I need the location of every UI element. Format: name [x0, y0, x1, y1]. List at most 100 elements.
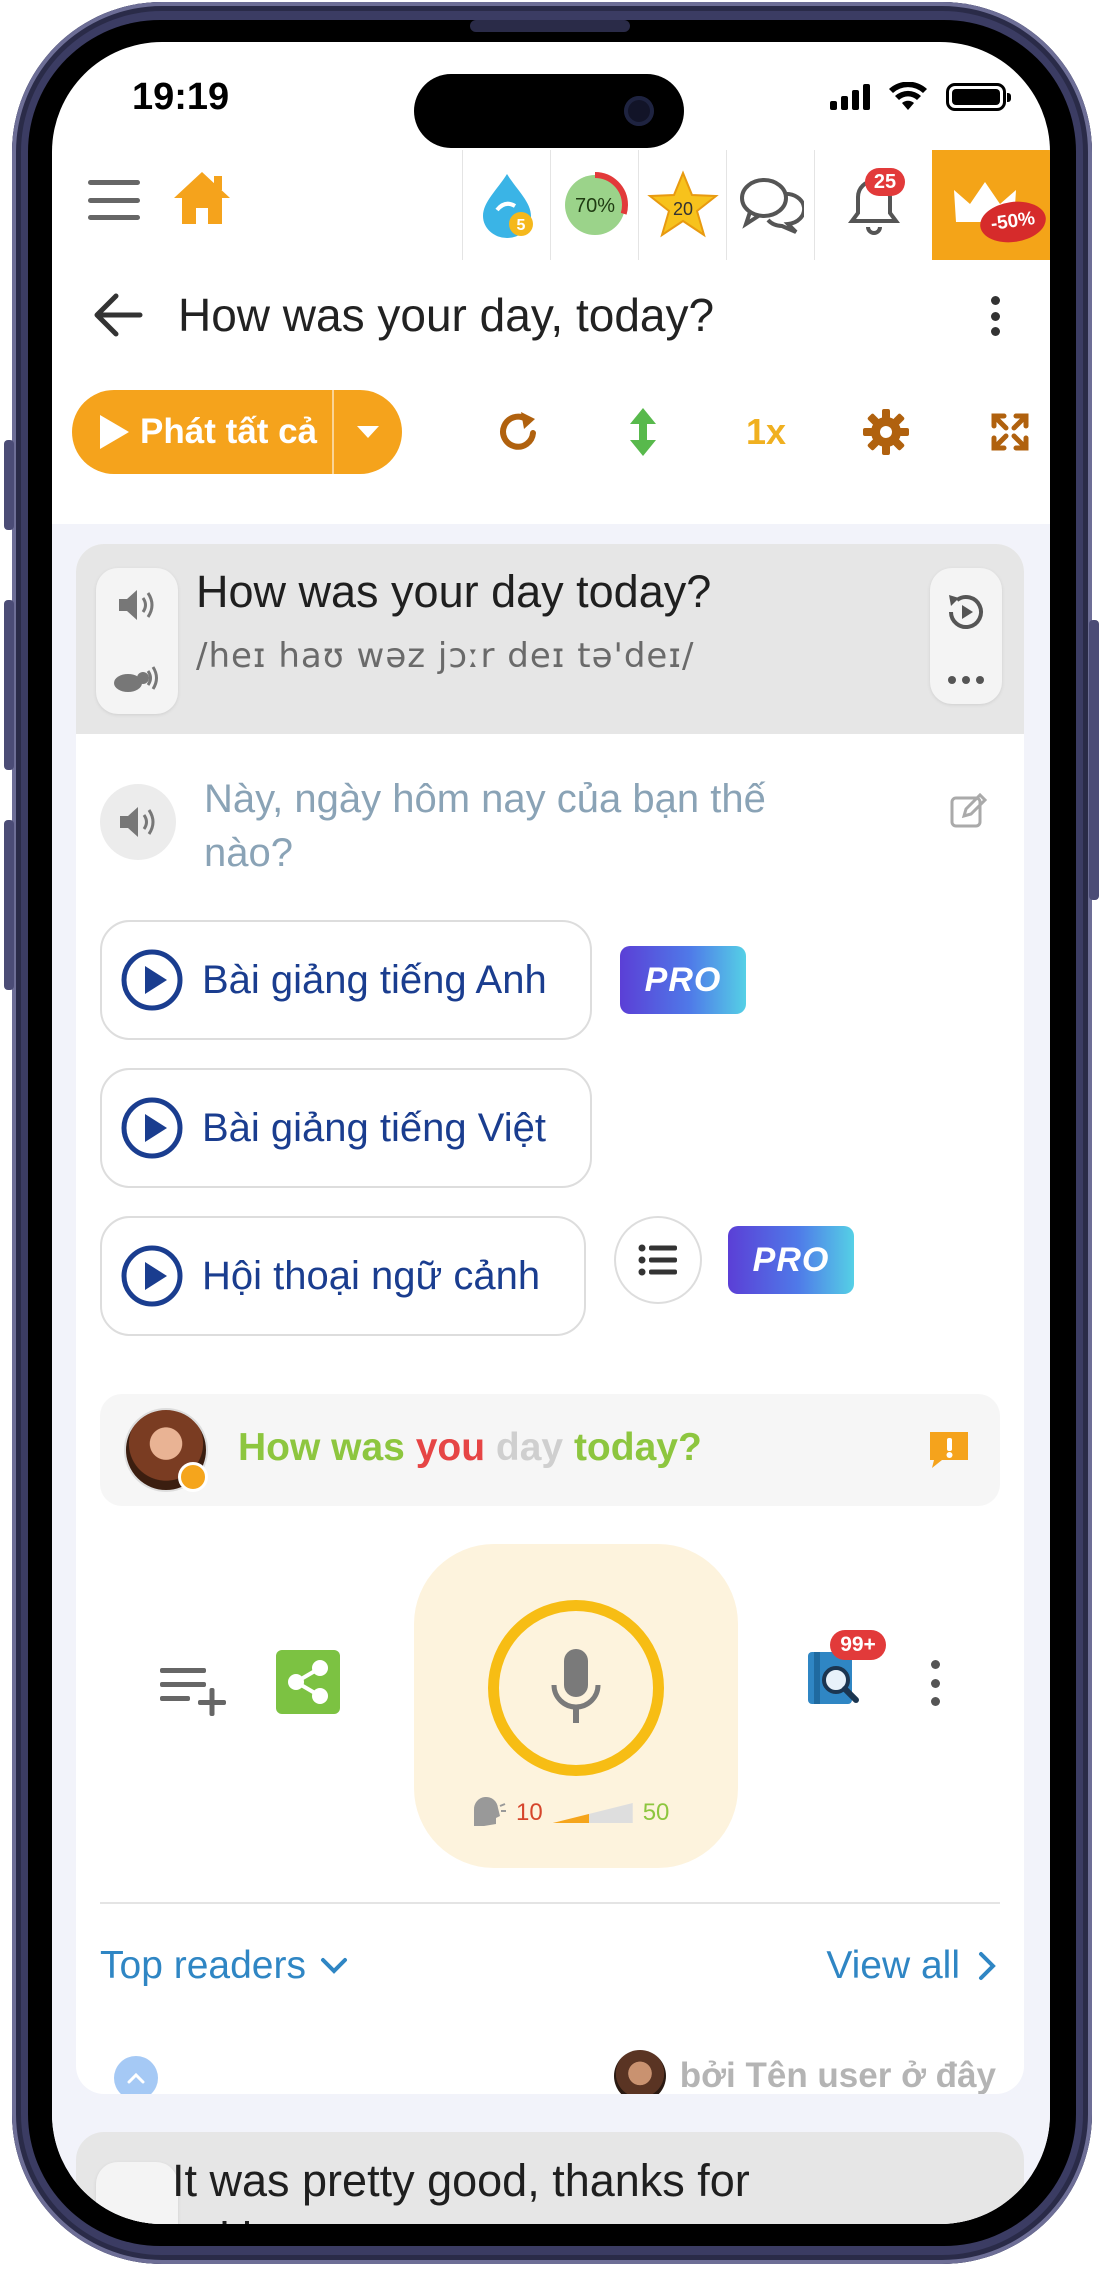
play-all-label: Phát tất cả — [140, 412, 317, 451]
expand-icon — [991, 413, 1029, 451]
pro-badge[interactable]: PRO — [620, 946, 746, 1014]
record-button[interactable] — [488, 1600, 664, 1776]
repeat-icon — [500, 412, 536, 450]
share-button[interactable] — [276, 1650, 340, 1714]
next-sentence-text: It was pretty good, thanks for asking. — [172, 2155, 750, 2224]
phone-speaker — [470, 20, 630, 32]
speaker-icon[interactable] — [116, 2222, 158, 2224]
dictionary-button[interactable]: 99+ — [804, 1630, 886, 1708]
chat-button[interactable] — [726, 150, 814, 260]
collapse-up-button[interactable] — [114, 2056, 158, 2094]
app-toolbar: 5 70% 20 25 -50% — [52, 150, 1050, 260]
sentence-card: How was your day today? /heɪ haʊ wəz jɔː… — [76, 544, 1024, 2094]
recognized-word: day — [495, 1426, 574, 1469]
battery-icon — [946, 83, 1011, 111]
more-options-icon[interactable] — [990, 296, 1000, 336]
title-bar: How was your day, today? — [52, 260, 1050, 370]
speaking-head-icon — [473, 1796, 506, 1826]
translation-speaker-button[interactable] — [100, 784, 176, 860]
play-circle-icon — [121, 1097, 183, 1159]
hamburger-menu-icon[interactable] — [88, 180, 140, 220]
progress-percent: 70% — [574, 195, 614, 217]
edit-icon[interactable] — [948, 790, 988, 830]
recorder-panel: 10 50 — [414, 1544, 738, 1868]
back-arrow-icon[interactable] — [92, 290, 144, 340]
audio-controls — [96, 2162, 178, 2224]
lesson-label: Bài giảng tiếng Việt — [202, 1105, 546, 1150]
chevron-up-icon — [127, 2072, 145, 2084]
spoken-result: How was you day today? — [238, 1426, 702, 1470]
notification-count-badge: 25 — [865, 168, 905, 196]
audio-controls — [96, 568, 178, 714]
dialogue-list-button[interactable] — [614, 1216, 702, 1304]
wifi-icon — [889, 82, 927, 110]
progress-button[interactable]: 70% — [550, 150, 638, 260]
phone-side-button — [4, 440, 14, 530]
reader-attribution: bởi Tên user ở đây — [613, 2050, 996, 2094]
play-all-button[interactable]: Phát tất cả — [72, 390, 402, 474]
dynamic-island — [414, 74, 684, 148]
arrows-vertical-icon — [630, 408, 656, 456]
slow-speaker-icon[interactable] — [110, 659, 164, 697]
play-circle-icon — [121, 1245, 183, 1307]
score-min: 10 — [516, 1799, 543, 1826]
streak-count: 5 — [516, 217, 525, 234]
stars-button[interactable]: 20 — [638, 150, 726, 260]
play-all-main[interactable]: Phát tất cả — [72, 390, 334, 474]
replay-icon[interactable] — [943, 589, 989, 635]
home-icon[interactable] — [170, 168, 234, 228]
play-circle-icon — [121, 949, 183, 1011]
report-icon[interactable] — [926, 1428, 972, 1470]
play-all-dropdown[interactable] — [334, 390, 402, 474]
dictionary-count-badge: 99+ — [830, 1630, 886, 1660]
front-camera — [624, 96, 654, 126]
speed-button[interactable]: 1x — [738, 404, 794, 460]
speech-score-range: 10 50 — [470, 1796, 669, 1830]
premium-offer-button[interactable]: -50% — [932, 150, 1050, 260]
status-time: 19:19 — [132, 76, 230, 118]
divider — [100, 1902, 1000, 1904]
pro-badge[interactable]: PRO — [728, 1226, 854, 1294]
vietnamese-lesson-button[interactable]: Bài giảng tiếng Việt — [100, 1068, 592, 1188]
star-icon: 20 — [646, 170, 719, 238]
cellular-signal-icon — [830, 84, 870, 110]
english-lesson-button[interactable]: Bài giảng tiếng Anh — [100, 920, 592, 1040]
score-bar — [552, 1803, 633, 1823]
phone-side-button — [4, 820, 14, 990]
recognized-word: today? — [573, 1426, 702, 1469]
sentence-ipa: /heɪ haʊ wəz jɔːr deɪ tə'deɪ/ — [196, 636, 695, 676]
recognized-word: How was — [238, 1426, 416, 1469]
settings-button[interactable] — [858, 404, 914, 460]
speaker-icon[interactable] — [116, 586, 158, 624]
lesson-label: Bài giảng tiếng Anh — [202, 957, 547, 1002]
score-max: 50 — [642, 1799, 670, 1826]
speech-result-row: How was you day today? — [100, 1394, 1000, 1506]
share-icon — [288, 1660, 328, 1704]
top-readers-dropdown[interactable]: Top readers — [100, 1944, 348, 1988]
avatar[interactable] — [613, 2050, 666, 2094]
sentence-header: How was your day today? /heɪ haʊ wəz jɔː… — [76, 544, 1024, 734]
vertical-scroll-button[interactable] — [615, 404, 671, 460]
water-drop-icon: 5 — [482, 174, 533, 238]
view-all-link[interactable]: View all — [826, 1944, 996, 1988]
microphone-icon — [551, 1649, 601, 1723]
fullscreen-button[interactable] — [982, 404, 1038, 460]
repeat-button[interactable] — [490, 404, 546, 460]
add-to-playlist-icon[interactable] — [158, 1664, 230, 1720]
recorder-more-icon[interactable] — [928, 1660, 942, 1706]
chevron-down-icon — [320, 1958, 347, 1974]
view-all-label: View all — [826, 1944, 960, 1987]
speed-label: 1x — [745, 411, 787, 452]
playback-bar: Phát tất cả 1x — [52, 370, 1050, 480]
notifications-button[interactable]: 25 — [814, 150, 932, 260]
streak-button[interactable]: 5 — [462, 150, 550, 260]
phone-side-button — [1089, 620, 1099, 900]
reader-name: bởi Tên user ở đây — [679, 2056, 996, 2094]
speaker-icon — [120, 807, 155, 837]
avatar-audio-badge[interactable] — [178, 1462, 208, 1492]
context-dialogue-button[interactable]: Hội thoại ngữ cảnh — [100, 1216, 586, 1336]
chat-bubbles-icon — [739, 178, 804, 234]
more-horizontal-icon[interactable] — [948, 675, 984, 684]
gear-icon — [863, 409, 909, 455]
status-icons — [830, 82, 1011, 112]
